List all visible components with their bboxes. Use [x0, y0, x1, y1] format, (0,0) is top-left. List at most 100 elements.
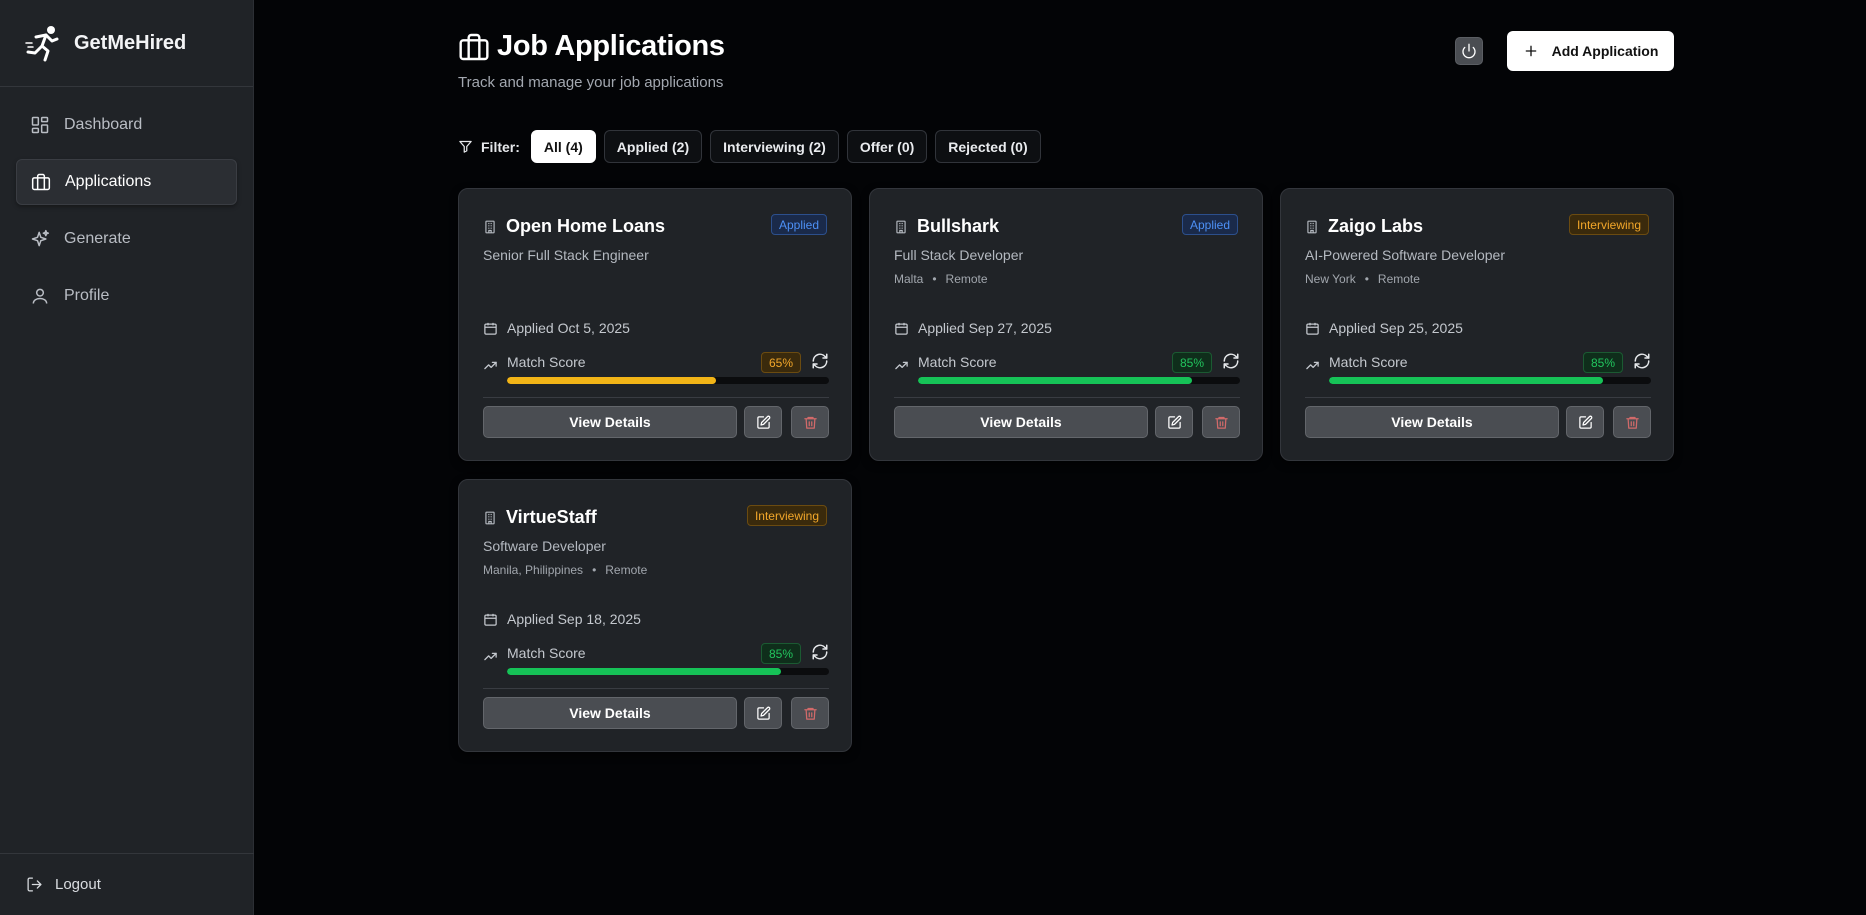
view-details-button[interactable]: View Details	[483, 406, 737, 438]
location-text: Manila, Philippines	[483, 563, 584, 577]
edit-icon	[1578, 415, 1592, 429]
match-score-label: Match Score	[1329, 354, 1408, 370]
match-score-badge: 85%	[760, 643, 801, 664]
refresh-icon[interactable]	[811, 352, 829, 370]
card-divider	[483, 397, 829, 398]
sidebar-item-label: Generate	[64, 230, 131, 247]
sidebar-item-label: Profile	[64, 287, 110, 304]
building-icon	[1307, 220, 1317, 233]
delete-button[interactable]	[791, 406, 829, 438]
filter-bar: Filter: All (4) Applied (2) Interviewing…	[458, 130, 1049, 163]
dashboard-icon	[31, 116, 49, 134]
refresh-icon[interactable]	[1633, 352, 1651, 370]
card-divider	[483, 688, 829, 689]
applied-date: Applied Sep 18, 2025	[483, 611, 641, 627]
logout-icon	[27, 877, 42, 892]
applied-date: Applied Oct 5, 2025	[483, 320, 630, 336]
applied-date-text: Applied Sep 18, 2025	[507, 611, 641, 627]
match-score-badge: 85%	[1171, 352, 1212, 373]
page-header: Job Applications Track and manage your j…	[458, 30, 725, 91]
sparkles-icon	[31, 229, 50, 247]
delete-button[interactable]	[1613, 406, 1651, 438]
add-application-label: Add Application	[1551, 43, 1659, 59]
trash-icon	[1214, 416, 1228, 429]
edit-icon	[756, 706, 770, 720]
sidebar-item-applications[interactable]: Applications	[16, 159, 237, 205]
status-badge: Applied	[770, 214, 827, 235]
work-mode-text: Remote	[1377, 272, 1420, 286]
building-icon	[896, 220, 906, 233]
filter-chip-applied[interactable]: Applied (2)	[603, 130, 703, 163]
calendar-icon	[484, 322, 497, 335]
company-name: Open Home Loans	[506, 216, 666, 236]
applied-date: Applied Sep 25, 2025	[1305, 320, 1463, 336]
filter-chip-offer[interactable]: Offer (0)	[846, 130, 928, 163]
status-badge: Interviewing	[746, 505, 827, 526]
filter-chip-interviewing[interactable]: Interviewing (2)	[710, 130, 839, 163]
company-name: Bullshark	[917, 216, 1000, 236]
match-score-fill	[507, 668, 781, 675]
edit-button[interactable]	[744, 697, 782, 729]
match-score-bar	[1329, 377, 1651, 384]
view-details-button[interactable]: View Details	[483, 697, 737, 729]
location-separator: •	[1364, 272, 1369, 286]
edit-button[interactable]	[1566, 406, 1604, 438]
match-score-row: Match Score 85%	[483, 643, 829, 665]
view-details-button[interactable]: View Details	[1305, 406, 1559, 438]
edit-button[interactable]	[744, 406, 782, 438]
brand[interactable]: GetMeHired	[0, 0, 253, 87]
filter-chip-all[interactable]: All (4)	[530, 130, 596, 163]
refresh-icon[interactable]	[1222, 352, 1240, 370]
job-role: AI-Powered Software Developer	[1305, 247, 1505, 263]
delete-button[interactable]	[791, 697, 829, 729]
sidebar-item-label: Applications	[65, 173, 152, 190]
filter-label: Filter:	[458, 139, 520, 155]
sidebar-item-profile[interactable]: Profile	[16, 273, 237, 319]
card-header: Bullshark	[894, 216, 999, 237]
location-separator: •	[932, 272, 937, 286]
location-text: Malta	[894, 272, 924, 286]
page-subtitle: Track and manage your job applications	[458, 74, 724, 91]
building-icon	[485, 220, 495, 233]
card-header: VirtueStaff	[483, 507, 597, 528]
building-icon	[485, 511, 495, 524]
running-man-logo-icon	[25, 26, 59, 62]
power-icon	[1462, 43, 1476, 59]
sidebar-nav: Dashboard Applications Generate Profile	[0, 87, 253, 345]
job-location: New York • Remote	[1305, 272, 1420, 286]
card-header: Open Home Loans	[483, 216, 665, 237]
logout-label: Logout	[55, 876, 101, 893]
trending-up-icon	[1306, 361, 1319, 370]
power-button[interactable]	[1455, 37, 1483, 65]
view-details-button[interactable]: View Details	[894, 406, 1148, 438]
match-score-fill	[918, 377, 1192, 384]
plus-icon	[1525, 45, 1536, 57]
filter-chip-rejected[interactable]: Rejected (0)	[935, 130, 1041, 163]
sidebar-item-dashboard[interactable]: Dashboard	[16, 102, 237, 148]
application-card: Open Home Loans Applied Senior Full Stac…	[458, 188, 852, 461]
refresh-icon[interactable]	[811, 643, 829, 661]
status-badge: Interviewing	[1568, 214, 1649, 235]
calendar-icon	[484, 613, 497, 626]
match-score-row: Match Score 65%	[483, 352, 829, 374]
match-score-bar	[918, 377, 1240, 384]
match-score-row: Match Score 85%	[894, 352, 1240, 374]
company-name: VirtueStaff	[506, 507, 597, 527]
filter-label-text: Filter:	[481, 138, 520, 155]
match-score-label: Match Score	[507, 354, 586, 370]
app-name: GetMeHired	[74, 31, 187, 54]
edit-button[interactable]	[1155, 406, 1193, 438]
card-header: Zaigo Labs	[1305, 216, 1423, 237]
match-score-row: Match Score 85%	[1305, 352, 1651, 374]
title-row: Job Applications	[458, 30, 725, 63]
sidebar-item-generate[interactable]: Generate	[16, 216, 237, 262]
trending-up-icon	[484, 652, 497, 661]
job-role: Full Stack Developer	[894, 247, 1024, 263]
briefcase-icon	[459, 33, 489, 60]
delete-button[interactable]	[1202, 406, 1240, 438]
logout-button[interactable]: Logout	[0, 853, 254, 915]
location-separator: •	[592, 563, 597, 577]
match-score-bar	[507, 668, 829, 675]
briefcase-icon	[31, 173, 51, 191]
add-application-button[interactable]: Add Application	[1507, 31, 1674, 71]
